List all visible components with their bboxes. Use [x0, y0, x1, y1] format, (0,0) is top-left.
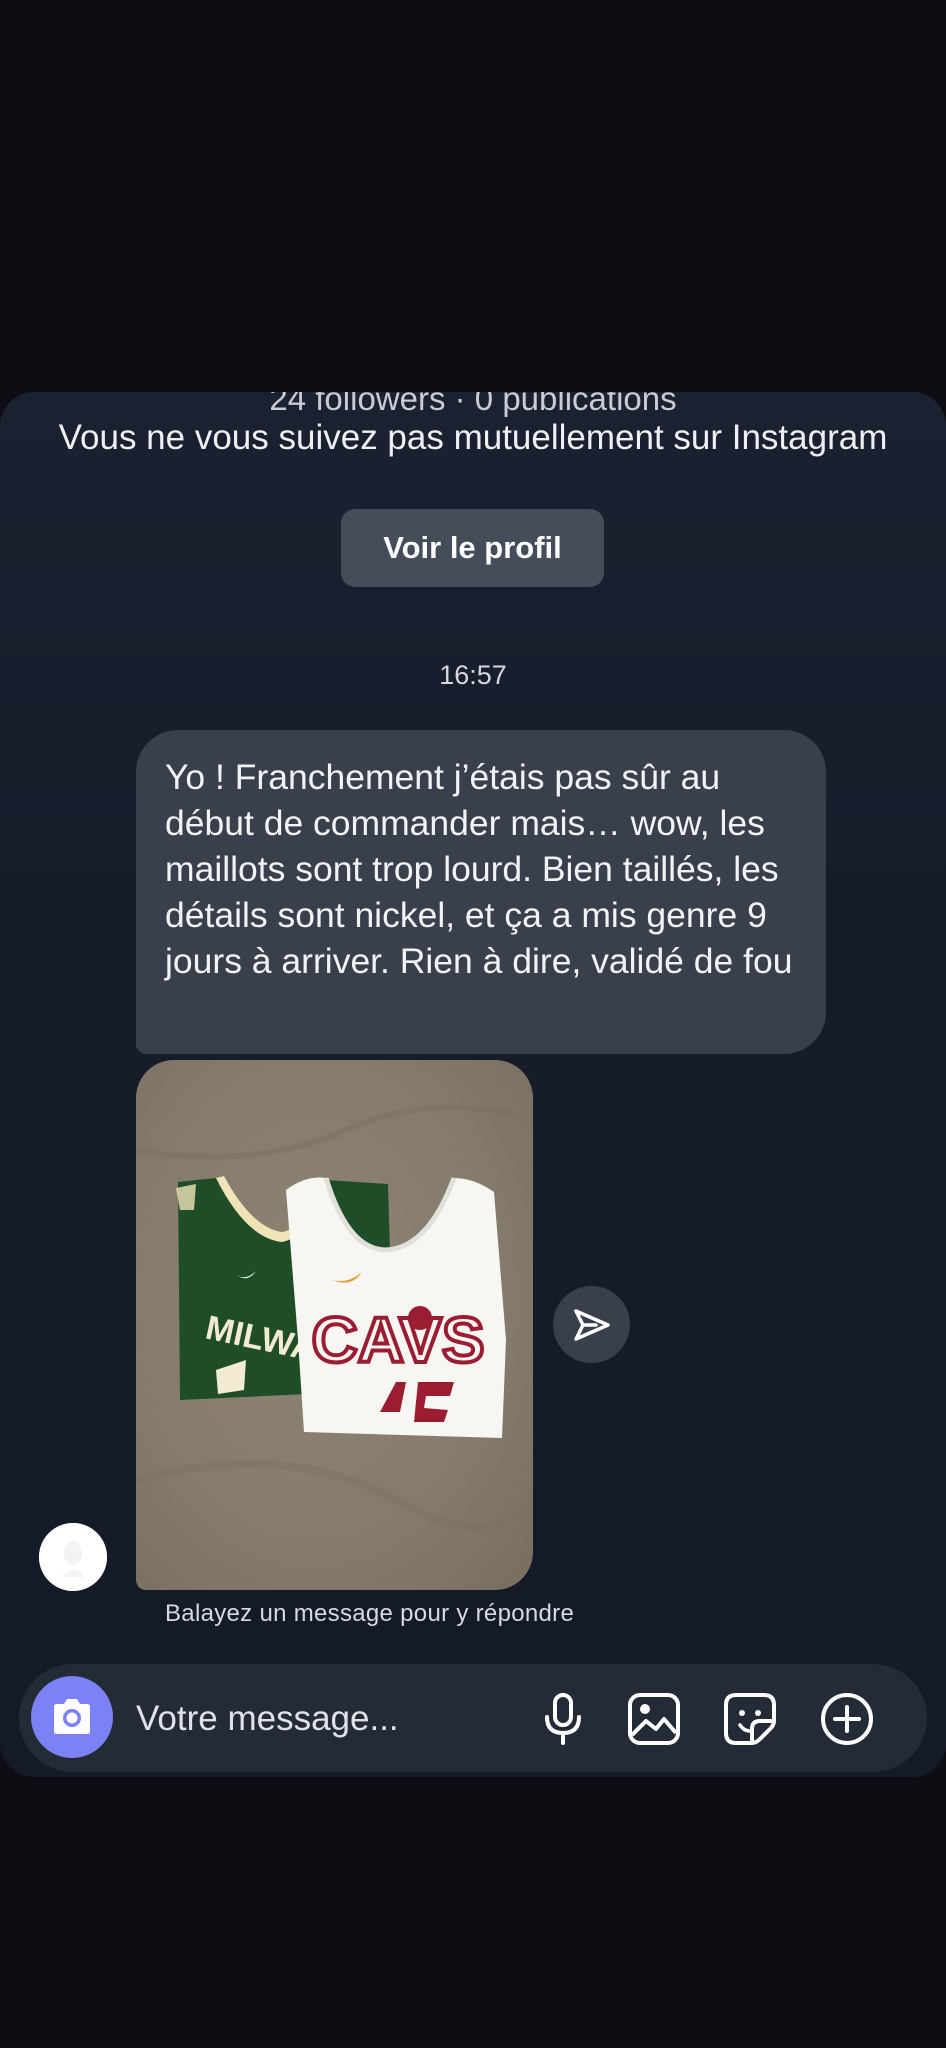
gallery-icon [628, 1693, 680, 1745]
followers-line: 24 followers · 0 publications [269, 392, 677, 417]
more-options-button[interactable] [819, 1691, 875, 1747]
dm-screen: 24 followers · 0 publications Vous ne vo… [0, 0, 946, 2048]
view-profile-button[interactable]: Voir le profil [341, 509, 604, 587]
message-composer [19, 1664, 927, 1772]
message-photo[interactable]: MILWAUKEE CAVS [136, 1060, 533, 1590]
camera-icon [54, 1699, 90, 1734]
plus-icon [821, 1693, 873, 1745]
message-timestamp: 16:57 [439, 660, 507, 690]
gallery-button[interactable] [626, 1691, 682, 1747]
send-icon [574, 1309, 610, 1341]
svg-text:CAVS: CAVS [311, 1304, 484, 1376]
sender-avatar[interactable] [39, 1523, 107, 1591]
chat-sheet: 24 followers · 0 publications Vous ne vo… [0, 392, 946, 1777]
swipe-reply-hint: Balayez un message pour y répondre [165, 1600, 575, 1627]
share-button[interactable] [553, 1286, 630, 1363]
message-input[interactable] [134, 1690, 518, 1748]
mutual-follow-notice: Vous ne vous suivez pas mutuellement sur… [58, 418, 888, 457]
default-avatar-icon [39, 1523, 107, 1591]
voice-message-button[interactable] [535, 1691, 591, 1747]
dimmed-backdrop-bottom[interactable] [0, 1777, 946, 2048]
camera-button[interactable] [31, 1676, 113, 1758]
microphone-icon [545, 1693, 581, 1745]
message-bubble[interactable]: Yo ! Franchement j’étais pas sûr au débu… [136, 730, 826, 1054]
dimmed-backdrop-top[interactable] [0, 0, 946, 392]
sticker-icon [724, 1693, 776, 1745]
white-jersey: CAVS [286, 1177, 506, 1438]
jerseys-photo: MILWAUKEE CAVS [136, 1104, 533, 1532]
sticker-button[interactable] [722, 1691, 778, 1747]
